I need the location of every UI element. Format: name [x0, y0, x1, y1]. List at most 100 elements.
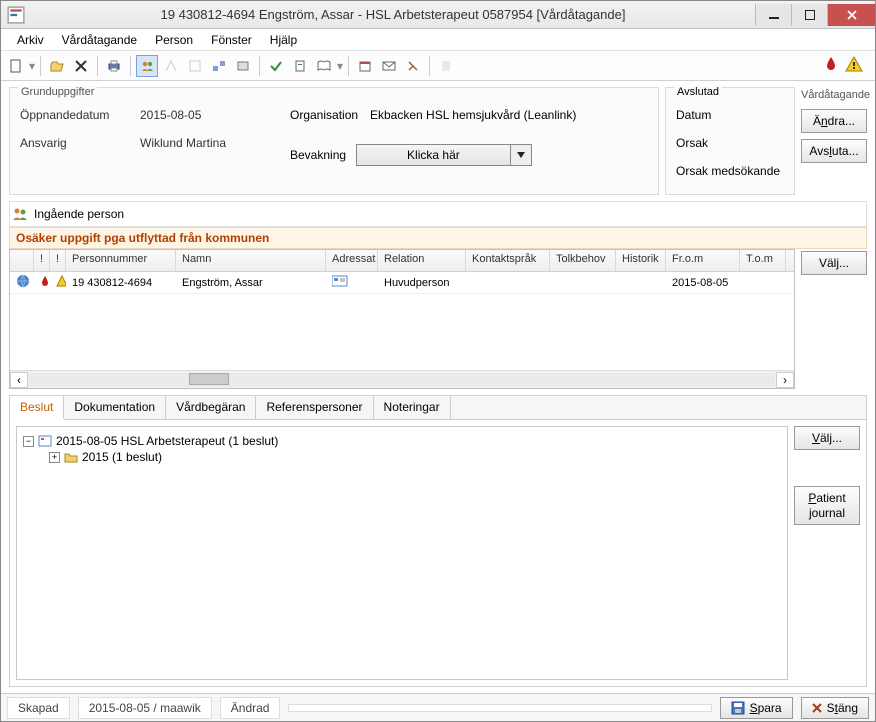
- th-icon3[interactable]: !: [50, 250, 66, 271]
- menu-person[interactable]: Person: [147, 31, 201, 49]
- andrad-label: Ändrad: [220, 697, 281, 719]
- tab-referenspersoner[interactable]: Referenspersoner: [256, 396, 373, 419]
- toolbar: ▾ ▾: [1, 51, 875, 81]
- th-icon1[interactable]: [10, 250, 34, 271]
- bevakning-dropdown[interactable]: [511, 144, 532, 166]
- expand-icon-2[interactable]: +: [49, 452, 60, 463]
- stang-button[interactable]: Stäng: [801, 697, 869, 719]
- ansvarig-value: Wiklund Martina: [140, 136, 226, 150]
- spara-button[interactable]: Spara: [720, 697, 793, 719]
- maximize-button[interactable]: [791, 4, 827, 26]
- vardatagande-side-label: Vårdåtagande: [801, 89, 867, 101]
- orsak-label: Orsak: [676, 136, 784, 150]
- app-icon: [7, 6, 25, 24]
- bevakning-label: Bevakning: [290, 148, 346, 162]
- orsak-med-label: Orsak medsökande: [676, 164, 784, 178]
- valj-beslut-button[interactable]: Välj...: [794, 426, 860, 450]
- th-kontaktsprak[interactable]: Kontaktspråk: [466, 250, 550, 271]
- scroll-left-button[interactable]: ‹: [10, 372, 28, 388]
- avsluta-button[interactable]: Avsluta...: [801, 139, 867, 163]
- tree-child[interactable]: + 2015 (1 beslut): [23, 449, 781, 465]
- scroll-right-button[interactable]: ›: [776, 372, 794, 388]
- oppnandedatum-label: Öppnandedatum: [20, 108, 140, 122]
- book-icon[interactable]: [313, 55, 335, 77]
- calendar-icon[interactable]: [354, 55, 376, 77]
- th-adressat[interactable]: Adressat: [326, 250, 378, 271]
- cell-from: 2015-08-05: [666, 275, 740, 291]
- delete-icon[interactable]: [70, 55, 92, 77]
- tool-icon-6[interactable]: [289, 55, 311, 77]
- tab-dokumentation[interactable]: Dokumentation: [64, 396, 166, 419]
- tab-vardbegaran[interactable]: Vårdbegäran: [166, 396, 256, 419]
- skapad-value: 2015-08-05 / maawik: [78, 697, 212, 719]
- avslutad-label: Avslutad: [674, 86, 722, 98]
- th-relation[interactable]: Relation: [378, 250, 466, 271]
- tab-beslut[interactable]: Beslut: [10, 396, 64, 420]
- valj-person-button[interactable]: Välj...: [801, 251, 867, 275]
- folder-icon: [64, 451, 78, 463]
- titlebar: 19 430812-4694 Engström, Assar - HSL Arb…: [1, 1, 875, 29]
- tool-icon-2[interactable]: [184, 55, 206, 77]
- table-row[interactable]: 19 430812-4694 Engström, Assar Huvudpers…: [10, 272, 794, 294]
- minimize-button[interactable]: [755, 4, 791, 26]
- print-icon[interactable]: [103, 55, 125, 77]
- organisation-label: Organisation: [290, 108, 370, 122]
- avslutad-section: Avslutad Datum Orsak Orsak medsökande: [665, 87, 795, 195]
- cell-personnummer: 19 430812-4694: [66, 275, 176, 291]
- tool-icon-5[interactable]: [265, 55, 287, 77]
- bevakning-button[interactable]: Klicka här: [356, 144, 511, 166]
- datum-label: Datum: [676, 108, 784, 122]
- andrad-value: [288, 704, 711, 712]
- doc-icon: [38, 435, 52, 447]
- grunduppgifter-section: Grunduppgifter Öppnandedatum 2015-08-05 …: [9, 87, 659, 195]
- tab-noteringar[interactable]: Noteringar: [374, 396, 451, 419]
- warning-triangle-icon[interactable]: [845, 55, 863, 76]
- warning-small-icon: [56, 275, 66, 287]
- new-icon[interactable]: [5, 55, 27, 77]
- tool-icon-10[interactable]: [435, 55, 457, 77]
- tree-child-label: 2015 (1 beslut): [82, 450, 162, 464]
- tabs: Beslut Dokumentation Vårdbegäran Referen…: [10, 396, 866, 420]
- th-icon2[interactable]: !: [34, 250, 50, 271]
- people-small-icon: [12, 206, 28, 222]
- save-icon: [731, 701, 745, 715]
- menu-hjalp[interactable]: Hjälp: [262, 31, 305, 49]
- close-small-icon: [812, 703, 822, 713]
- ingaende-person-header: Ingående person: [9, 201, 867, 227]
- th-from[interactable]: Fr.o.m: [666, 250, 740, 271]
- patient-journal-button[interactable]: Patientjournal: [794, 486, 860, 525]
- chevron-down-icon: [517, 152, 525, 158]
- th-namn[interactable]: Namn: [176, 250, 326, 271]
- window-title: 19 430812-4694 Engström, Assar - HSL Arb…: [31, 7, 755, 22]
- tool-icon-9[interactable]: [402, 55, 424, 77]
- tool-icon-3[interactable]: [208, 55, 230, 77]
- mail-icon[interactable]: [378, 55, 400, 77]
- menu-arkiv[interactable]: Arkiv: [9, 31, 52, 49]
- tool-icon-4[interactable]: [232, 55, 254, 77]
- menu-fonster[interactable]: Fönster: [203, 31, 260, 49]
- statusbar: Skapad 2015-08-05 / maawik Ändrad Spara …: [1, 693, 875, 721]
- close-button[interactable]: [827, 4, 875, 26]
- ansvarig-label: Ansvarig: [20, 136, 140, 150]
- th-tolkbehov[interactable]: Tolkbehov: [550, 250, 616, 271]
- th-tom[interactable]: T.o.m: [740, 250, 786, 271]
- grunduppgifter-label: Grunduppgifter: [18, 86, 97, 98]
- beslut-tree: − 2015-08-05 HSL Arbetsterapeut (1 beslu…: [16, 426, 788, 680]
- th-historik[interactable]: Historik: [616, 250, 666, 271]
- th-personnummer[interactable]: Personnummer: [66, 250, 176, 271]
- open-icon[interactable]: [46, 55, 68, 77]
- blood-drop-small-icon: [40, 275, 50, 287]
- organisation-value: Ekbacken HSL hemsjukvård (Leanlink): [370, 108, 576, 122]
- card-icon: [332, 275, 348, 287]
- blood-drop-icon[interactable]: [823, 55, 839, 76]
- andra-button[interactable]: Ändra...: [801, 109, 867, 133]
- person-table: ! ! Personnummer Namn Adressat Relation …: [9, 249, 795, 389]
- oppnandedatum-value: 2015-08-05: [140, 108, 201, 122]
- h-scrollbar[interactable]: ‹ ›: [10, 370, 794, 388]
- menu-vardatagande[interactable]: Vårdåtagande: [54, 31, 145, 49]
- tree-root[interactable]: − 2015-08-05 HSL Arbetsterapeut (1 beslu…: [23, 433, 781, 449]
- people-icon[interactable]: [136, 55, 158, 77]
- skapad-label: Skapad: [7, 697, 70, 719]
- tool-icon-1[interactable]: [160, 55, 182, 77]
- expand-icon[interactable]: −: [23, 436, 34, 447]
